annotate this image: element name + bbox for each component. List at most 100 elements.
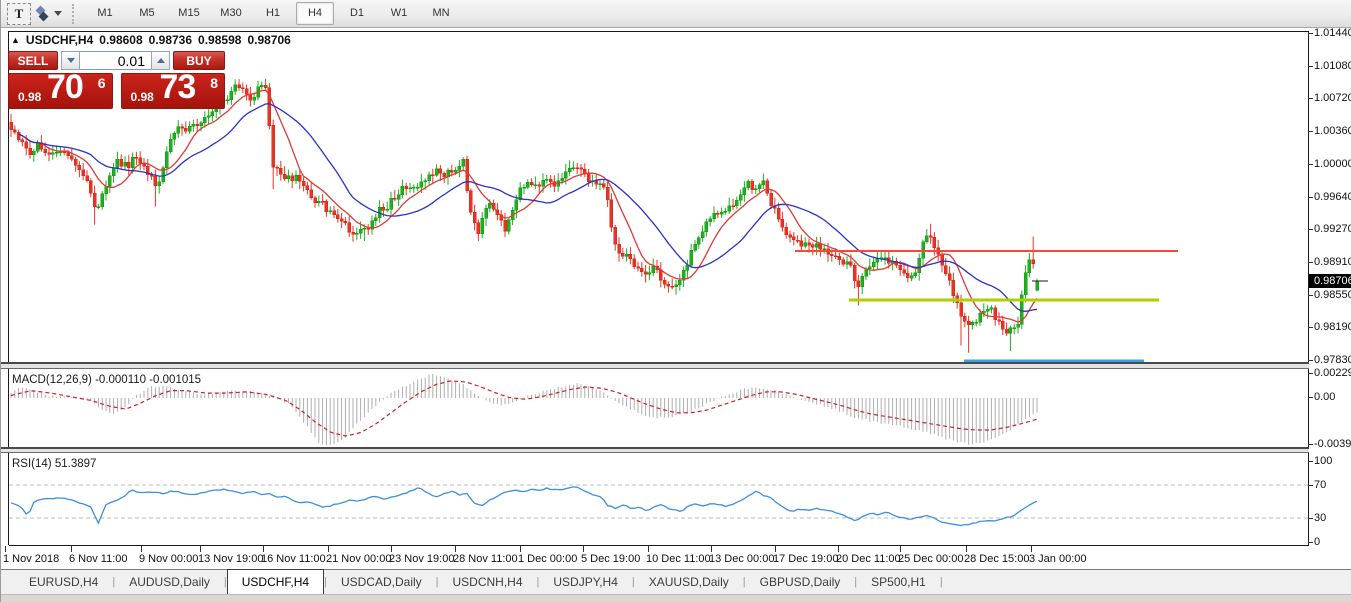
price-axis-tick <box>1308 197 1313 198</box>
panel-splitter-rsi[interactable] <box>1 447 1309 453</box>
price-axis-label: 1.00000 <box>1314 158 1351 170</box>
date-axis-tick <box>263 546 264 552</box>
ohlc-low: 0.98598 <box>198 33 241 47</box>
bottom-strip <box>1 594 1351 602</box>
date-axis-tick <box>648 546 649 552</box>
toolbar: T M1M5M15M30H1H4D1W1MN <box>1 0 1351 28</box>
price-axis-label: 0.98550 <box>1314 289 1351 301</box>
ohlc-close: 0.98706 <box>247 33 290 47</box>
indicator-axis-label: 0.00 <box>1314 391 1351 403</box>
date-axis-label: 10 Dec 11:00 <box>646 553 711 565</box>
date-axis-label: 3 Jan 00:00 <box>1029 553 1087 565</box>
chart-border-top <box>9 31 1309 32</box>
indicator-axis-tick <box>1308 485 1313 486</box>
sell-price-prefix: 0.98 <box>18 90 41 104</box>
tab-sp500-h1[interactable]: SP500,H1 <box>857 570 940 594</box>
date-axis-tick <box>900 546 901 552</box>
tab-separator: | <box>940 570 943 594</box>
text-tool-icon: T <box>15 6 24 22</box>
price-axis-label: 0.97830 <box>1314 354 1351 366</box>
date-axis-label: 23 Nov 19:00 <box>389 553 454 565</box>
price-axis-tick <box>1308 295 1313 296</box>
timeframe-h1[interactable]: H1 <box>254 2 292 25</box>
indicator-axis-tick <box>1308 397 1313 398</box>
indicator-axis-label: 30 <box>1314 512 1351 524</box>
price-axis-tick <box>1308 164 1313 165</box>
price-axis-label: 1.01440 <box>1314 27 1351 39</box>
timeframe-m30[interactable]: M30 <box>212 2 250 25</box>
symbol-label: USDCHF,H4 <box>26 33 93 47</box>
current-price-tag: 0.98706 <box>1309 274 1351 288</box>
volume-input[interactable]: 0.01 <box>80 51 151 70</box>
tab-audusd-daily[interactable]: AUDUSD,Daily <box>115 570 224 594</box>
indicator-axis-tick <box>1308 373 1313 374</box>
indicator-axis-label: 70 <box>1314 479 1351 491</box>
price-axis-label: 1.01080 <box>1314 60 1351 72</box>
tab-usdcnh-h4[interactable]: USDCNH,H4 <box>439 570 537 594</box>
price-axis-tick <box>1308 229 1313 230</box>
date-axis-tick <box>775 546 776 552</box>
tab-gbpusd-daily[interactable]: GBPUSD,Daily <box>746 570 855 594</box>
date-axis-tick <box>71 546 72 552</box>
chart-border-right <box>1308 31 1309 545</box>
sell-price-pip: 6 <box>98 75 106 91</box>
price-axis-tick <box>1308 33 1313 34</box>
indicator-axis-tick <box>1308 518 1313 519</box>
triangle-down-icon <box>67 58 75 63</box>
one-click-trading-panel: SELL 0.01 BUY 0.98 70 6 0.98 73 8 <box>8 51 225 109</box>
timeframe-w1[interactable]: W1 <box>380 2 418 25</box>
price-axis-label: 0.98910 <box>1314 256 1351 268</box>
objects-tool-icon <box>39 12 49 22</box>
date-axis-label: 20 Dec 11:00 <box>836 553 901 565</box>
text-tool-button[interactable]: T <box>7 3 31 25</box>
date-axis-tick <box>141 546 142 552</box>
date-axis-tick <box>838 546 839 552</box>
date-axis-label: 9 Nov 00:00 <box>139 553 198 565</box>
price-axis-tick <box>1308 66 1313 67</box>
rsi-label: RSI(14) 51.3897 <box>12 458 96 470</box>
tab-xauusd-daily[interactable]: XAUUSD,Daily <box>635 570 743 594</box>
price-axis-label: 0.99640 <box>1314 191 1351 203</box>
date-axis-label: 6 Nov 11:00 <box>69 553 128 565</box>
price-axis-tick <box>1308 262 1313 263</box>
date-axis-label: 21 Nov 00:00 <box>326 553 391 565</box>
indicator-axis-tick <box>1308 444 1313 445</box>
objects-tool-button[interactable] <box>37 4 62 24</box>
date-axis-label: 1 Nov 2018 <box>3 553 59 565</box>
timeframe-h4[interactable]: H4 <box>296 2 334 25</box>
date-axis-label: 25 Dec 00:00 <box>898 553 963 565</box>
timeframe-mn[interactable]: MN <box>422 2 460 25</box>
date-axis-tick <box>455 546 456 552</box>
triangle-up-icon <box>157 58 165 63</box>
timeframe-d1[interactable]: D1 <box>338 2 376 25</box>
tab-eurusd-h4[interactable]: EURUSD,H4 <box>15 570 112 594</box>
chart-tab-bar: EURUSD,H4|AUDUSD,Daily|USDCHF,H4|USDCAD,… <box>1 569 1351 594</box>
timeframe-m1[interactable]: M1 <box>86 2 124 25</box>
tab-usdchf-h4[interactable]: USDCHF,H4 <box>227 569 324 594</box>
timeframe-m5[interactable]: M5 <box>128 2 166 25</box>
collapse-panel-icon[interactable]: ▲ <box>11 35 20 45</box>
date-axis-tick <box>5 546 6 552</box>
date-axis-tick <box>391 546 392 552</box>
date-axis-label: 28 Nov 11:00 <box>453 553 518 565</box>
buy-price-big: 73 <box>160 68 196 107</box>
buy-price-display[interactable]: 0.98 73 8 <box>121 73 226 109</box>
panel-splitter-macd[interactable] <box>1 362 1309 369</box>
indicator-axis-label: 0 <box>1314 536 1351 548</box>
tab-usdcad-daily[interactable]: USDCAD,Daily <box>327 570 436 594</box>
price-axis-tick <box>1308 360 1313 361</box>
price-axis-label: 0.99270 <box>1314 223 1351 235</box>
date-axis-label: 5 Dec 19:00 <box>581 553 640 565</box>
tab-usdjpy-h4[interactable]: USDJPY,H4 <box>539 570 631 594</box>
indicator-axis-tick <box>1308 461 1313 462</box>
ohlc-open: 0.98608 <box>99 33 142 47</box>
date-axis-tick <box>520 546 521 552</box>
sell-price-display[interactable]: 0.98 70 6 <box>8 73 113 109</box>
buy-price-prefix: 0.98 <box>131 90 154 104</box>
sell-price-big: 70 <box>47 68 83 107</box>
date-axis-tick <box>200 546 201 552</box>
date-axis-label: 16 Nov 11:00 <box>261 553 326 565</box>
date-axis-label: 13 Dec 00:00 <box>709 553 774 565</box>
timeframe-m15[interactable]: M15 <box>170 2 208 25</box>
toolbar-grip[interactable] <box>72 4 74 24</box>
